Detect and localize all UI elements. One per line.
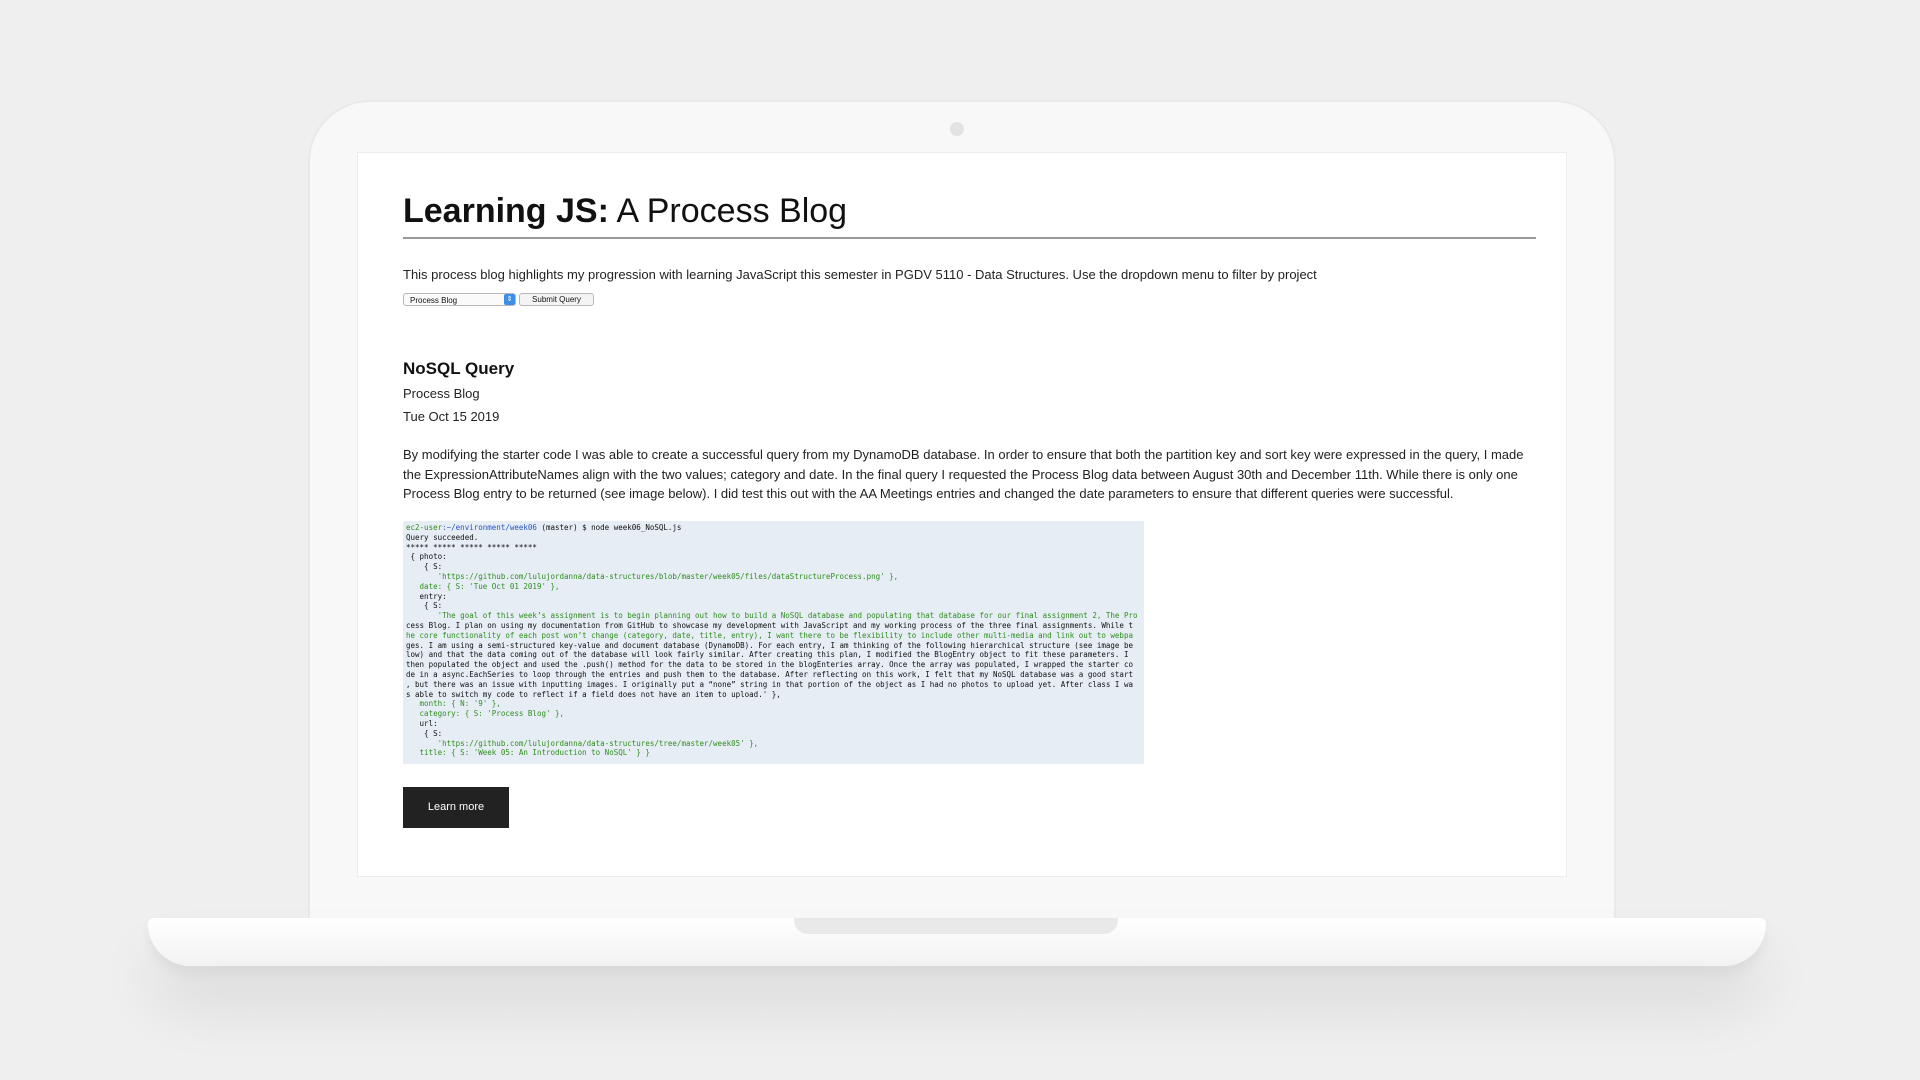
- terminal-line: ges. I am using a semi-structured key-va…: [406, 640, 1133, 650]
- post-category: Process Blog: [403, 386, 480, 401]
- page-title: Learning JS: A Process Blog: [403, 192, 847, 231]
- terminal-line: de in a async.EachSeries to loop through…: [406, 669, 1133, 679]
- terminal-line: date: { S: 'Tue Oct 01 2019' },: [406, 581, 560, 591]
- prompt-command: (master) $ node week06_NoSQL.js: [536, 523, 682, 532]
- terminal-line: 'https://github.com/lulujordanna/data-st…: [406, 738, 759, 748]
- learn-more-button[interactable]: Learn more: [403, 787, 509, 828]
- post-body: By modifying the starter code I was able…: [403, 447, 1524, 501]
- terminal-line: he core functionality of each post won’t…: [406, 630, 1133, 640]
- dropdown-arrows-icon: ⇕: [504, 294, 515, 305]
- title-divider: [403, 237, 1536, 239]
- terminal-line: category: { S: 'Process Blog' },: [406, 709, 565, 719]
- terminal-line: cess Blog. I plan on using my documentat…: [406, 620, 1133, 630]
- laptop-notch: [794, 918, 1118, 934]
- project-dropdown[interactable]: Process Blog ⇕: [403, 293, 516, 306]
- post-title: NoSQL Query: [403, 359, 515, 378]
- terminal-line: Query succeeded.: [406, 532, 479, 542]
- terminal-line: ***** ***** ***** ***** *****: [406, 542, 537, 552]
- filter-form: Process Blog ⇕ Submit Query: [403, 293, 594, 306]
- terminal-line: , but there was an issue with inputting …: [406, 679, 1133, 689]
- terminal-output: Query succeeded. ***** ***** ***** ***** …: [406, 533, 1141, 758]
- prompt-user: ec2-user: [406, 523, 443, 532]
- terminal-line: low) and that the data coming out of the…: [406, 650, 1129, 660]
- terminal-line: { photo:: [406, 552, 447, 562]
- page-title-rest: A Process Blog: [608, 192, 848, 230]
- camera-dot: [950, 122, 964, 136]
- prompt-path: :~/environment/week06: [442, 523, 537, 532]
- terminal-line: url:: [406, 718, 438, 728]
- intro-text: This process blog highlights my progress…: [403, 267, 1317, 282]
- terminal-line: title: { S: 'Week 05: An Introduction to…: [406, 748, 650, 758]
- terminal-line: then populated the object and used the .…: [406, 660, 1133, 670]
- laptop-screen: Learning JS: A Process Blog This process…: [357, 152, 1567, 877]
- terminal-screenshot: ec2-user:~/environment/week06 (master) $…: [403, 521, 1144, 764]
- post-date: Tue Oct 15 2019: [403, 409, 500, 424]
- submit-query-button[interactable]: Submit Query: [519, 293, 594, 306]
- terminal-prompt: ec2-user:~/environment/week06 (master) $…: [406, 523, 1141, 533]
- terminal-line: { S:: [406, 562, 443, 572]
- terminal-line: { S:: [406, 728, 443, 738]
- page-title-bold: Learning JS:: [403, 192, 609, 230]
- terminal-line: month: { N: '9' },: [406, 699, 501, 709]
- terminal-line: 'https://github.com/lulujordanna/data-st…: [406, 571, 899, 581]
- terminal-line: { S:: [406, 601, 443, 611]
- terminal-line: entry:: [406, 591, 447, 601]
- terminal-line: s able to switch my code to reflect if a…: [406, 689, 781, 699]
- terminal-line: 'The goal of this week’s assignment is t…: [406, 611, 1138, 621]
- dropdown-selected-value: Process Blog: [410, 296, 458, 305]
